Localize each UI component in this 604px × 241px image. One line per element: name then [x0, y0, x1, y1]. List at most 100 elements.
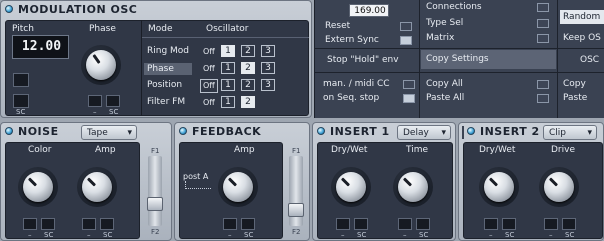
insert-2-drywet-mod-slot[interactable] — [484, 218, 498, 230]
paste-button[interactable]: Paste — [563, 93, 587, 103]
reset-checkbox[interactable] — [400, 22, 412, 31]
stop-hold-env-label: Stop "Hold" env — [327, 55, 399, 65]
insert-1-drywet-sc-slot[interactable] — [354, 218, 368, 230]
position-osc-2-button[interactable]: 2 — [241, 79, 255, 91]
extern-sync-checkbox[interactable] — [400, 36, 412, 45]
mod-osc-divider — [141, 20, 142, 116]
insert-2-drive-knob[interactable] — [544, 172, 574, 202]
feedback-amp-knob[interactable] — [223, 172, 253, 202]
noise-title: NOISE — [18, 125, 59, 138]
paste-all-checkbox[interactable] — [537, 94, 549, 103]
phase-mod-slot-2[interactable] — [106, 95, 120, 107]
noise-type-dropdown[interactable]: Tape — [81, 125, 137, 140]
mode-filter-fm[interactable]: Filter FM — [147, 97, 185, 107]
ring-mod-osc-3-button[interactable]: 3 — [261, 45, 275, 57]
insert-1-power-led[interactable] — [317, 127, 325, 135]
pitch-value: 12.00 — [21, 39, 62, 54]
insert-2-drive-mod-slot[interactable] — [544, 218, 558, 230]
noise-color-sc-slot[interactable] — [41, 218, 55, 230]
insert-2-drywet-knob[interactable] — [484, 172, 514, 202]
insert-1-time-sc-slot[interactable] — [416, 218, 430, 230]
random-button[interactable]: Random — [560, 10, 604, 24]
copy-settings-header: Copy Settings — [421, 50, 556, 69]
pitch-mod-slot[interactable] — [13, 73, 29, 87]
matrix-checkbox[interactable] — [537, 34, 549, 43]
copy-all-checkbox[interactable] — [537, 80, 549, 89]
ring-mod-osc-1-button[interactable]: 1 — [221, 45, 235, 57]
insert-1-time-knob[interactable] — [398, 172, 428, 202]
paste-all-button[interactable]: Paste All — [426, 93, 464, 103]
mode-phase[interactable]: Phase — [144, 63, 192, 75]
phase-osc-2-button[interactable]: 2 — [241, 62, 255, 74]
position-osc-1-button[interactable]: 1 — [221, 79, 235, 91]
noise-color-knob[interactable] — [23, 172, 53, 202]
insert-1-time-mod-slot[interactable] — [398, 218, 412, 230]
insert-1-drywet-minus: – — [341, 231, 345, 239]
insert-2-drive-minus: – — [549, 231, 553, 239]
type-sel-checkbox[interactable] — [537, 19, 549, 28]
value-box[interactable]: 169.00 — [349, 4, 389, 17]
phase-knob[interactable] — [86, 50, 116, 80]
insert-1-drywet-knob[interactable] — [336, 172, 366, 202]
pitch-sc-label: SC — [16, 108, 26, 116]
settings-row-line — [314, 48, 604, 49]
phase-osc-1-button[interactable]: 1 — [221, 62, 235, 74]
feedback-post-arrow — [185, 181, 211, 189]
feedback-power-led[interactable] — [179, 127, 187, 135]
insert-2-drywet-label: Dry/Wet — [479, 145, 516, 155]
position-off-button[interactable]: Off — [200, 79, 218, 93]
insert-2-type-dropdown[interactable]: Clip — [543, 125, 597, 140]
mod-osc-header-line — [142, 37, 309, 38]
filter-fm-off-button[interactable]: Off — [200, 96, 218, 110]
filter-fm-osc-2-button[interactable]: 2 — [241, 96, 255, 108]
feedback-amp-mod-slot[interactable] — [223, 218, 237, 230]
osc-header: OSC — [580, 55, 600, 65]
feedback-panel: FEEDBACK Amp post A – SC F1 F2 — [174, 122, 310, 241]
copy-button[interactable]: Copy — [563, 79, 586, 89]
mode-position[interactable]: Position — [147, 80, 182, 90]
man-midi-cc-checkbox[interactable] — [403, 80, 415, 89]
ring-mod-off-button[interactable]: Off — [200, 45, 218, 59]
phase-mod-slot-1[interactable] — [88, 95, 102, 107]
noise-amp-knob[interactable] — [82, 172, 112, 202]
pitch-sc-slot[interactable] — [13, 94, 29, 108]
connections-checkbox[interactable] — [537, 3, 549, 12]
noise-amp-sc-slot[interactable] — [100, 218, 114, 230]
phase-off-button[interactable]: Off — [200, 62, 218, 76]
insert-1-type-value: Delay — [403, 128, 429, 138]
feedback-fader-handle[interactable] — [288, 203, 304, 217]
settings-col-divider — [419, 0, 420, 118]
insert-2-type-value: Clip — [549, 128, 566, 138]
insert-1-drywet-sc: SC — [357, 231, 367, 239]
mod-osc-power-led[interactable] — [5, 5, 13, 13]
insert-2-drive-sc-slot[interactable] — [562, 218, 576, 230]
phase-osc-3-button[interactable]: 3 — [261, 62, 275, 74]
insert-1-time-label: Time — [406, 145, 429, 155]
mode-ring-mod[interactable]: Ring Mod — [147, 46, 189, 56]
phase-sc-label: SC — [109, 108, 119, 116]
feedback-f2-label: F2 — [292, 228, 301, 236]
oscillator-header: Oscillator — [206, 24, 249, 34]
noise-fader-handle[interactable] — [147, 197, 163, 211]
insert-2-power-led[interactable] — [467, 127, 475, 135]
position-osc-3-button[interactable]: 3 — [261, 79, 275, 91]
copy-all-button[interactable]: Copy All — [426, 79, 463, 89]
keep-os-label: Keep OS — [563, 33, 601, 43]
pitch-display[interactable]: 12.00 — [12, 35, 69, 59]
insert-1-drywet-label: Dry/Wet — [331, 145, 368, 155]
filter-fm-osc-1-button[interactable]: 1 — [221, 96, 235, 108]
insert-2-drywet-sc-slot[interactable] — [502, 218, 516, 230]
insert-2-drive-sc: SC — [565, 231, 575, 239]
noise-power-led[interactable] — [5, 127, 13, 135]
noise-fader-track — [148, 156, 162, 226]
insert-1-type-dropdown[interactable]: Delay — [397, 125, 451, 140]
mode-header: Mode — [148, 24, 173, 34]
noise-amp-mod-slot[interactable] — [82, 218, 96, 230]
noise-color-minus: – — [28, 231, 32, 239]
insert-1-drywet-mod-slot[interactable] — [336, 218, 350, 230]
on-seq-stop-checkbox[interactable] — [403, 94, 415, 103]
ring-mod-osc-2-button[interactable]: 2 — [241, 45, 255, 57]
feedback-amp-sc-slot[interactable] — [241, 218, 255, 230]
noise-amp-label: Amp — [95, 145, 116, 155]
noise-color-mod-slot[interactable] — [23, 218, 37, 230]
